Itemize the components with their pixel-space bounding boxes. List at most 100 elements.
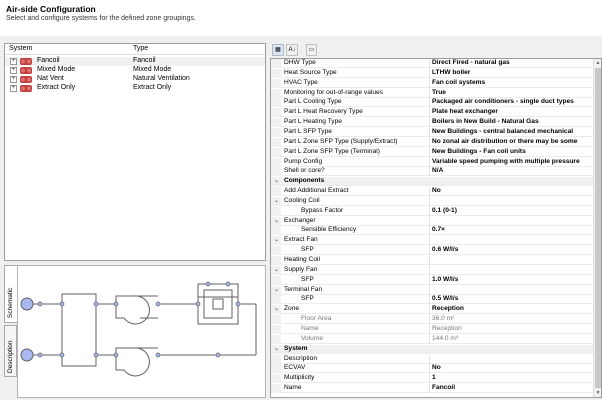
property-value[interactable]: 0.5 W/l/s: [432, 295, 590, 302]
property-row[interactable]: ECVAV No: [271, 364, 593, 374]
connection-node: [225, 281, 231, 287]
property-category[interactable]: ⌄ Components: [271, 177, 593, 187]
property-row[interactable]: Shell or core? N/A: [271, 167, 593, 177]
property-label: Monitoring for out-of-range values: [284, 88, 383, 96]
tab-schematic[interactable]: Schematic: [4, 265, 17, 323]
property-row[interactable]: Add Additional Extract No: [271, 187, 593, 197]
property-row[interactable]: Bypass Factor 0.1 (0-1): [271, 206, 593, 216]
property-row[interactable]: Monitoring for out-of-range values True: [271, 88, 593, 98]
expand-icon[interactable]: +: [10, 58, 17, 65]
property-row[interactable]: DHW Type Direct Fired - natural gas: [271, 59, 593, 68]
property-row[interactable]: ⌄ Zone Reception: [271, 305, 593, 315]
property-row[interactable]: Volume 144.0 m³: [271, 334, 593, 344]
row-gutter: [271, 226, 281, 236]
property-row[interactable]: ⌄ Extract Fan: [271, 236, 593, 246]
property-pages-icon[interactable]: ▭: [306, 44, 317, 56]
property-row[interactable]: Part L Cooling Type Packaged air conditio…: [271, 98, 593, 108]
expand-icon[interactable]: +: [10, 76, 17, 83]
property-value[interactable]: Reception: [432, 305, 590, 312]
property-value[interactable]: 0.6 W/l/s: [432, 246, 590, 253]
property-row[interactable]: ⌄ Supply Fan: [271, 265, 593, 275]
column-divider: [429, 88, 430, 98]
row-gutter: [271, 59, 281, 68]
property-value[interactable]: Plate heat exchanger: [432, 108, 590, 115]
row-gutter: [271, 88, 281, 98]
tree-item[interactable]: + Fancoil Fancoil: [5, 57, 265, 66]
column-header-type[interactable]: Type: [133, 45, 148, 52]
schematic-diagram[interactable]: [17, 265, 266, 398]
property-row[interactable]: Pump Config Variable speed pumping with m…: [271, 157, 593, 167]
property-value[interactable]: No zonal air distribution or there may b…: [432, 138, 590, 145]
property-row[interactable]: Part L Heat Recovery Type Plate heat exch…: [271, 108, 593, 118]
air-system-icon: [20, 58, 32, 65]
tab-description[interactable]: Description: [4, 325, 17, 377]
property-value[interactable]: 144.0 m³: [432, 335, 590, 342]
property-row[interactable]: Part L SFP Type New Buildings - central b…: [271, 127, 593, 137]
property-row[interactable]: SFP 1.0 W/l/s: [271, 275, 593, 285]
property-category[interactable]: ⌄ System: [271, 344, 593, 354]
property-row[interactable]: HVAC Type Fan coil systems: [271, 78, 593, 88]
property-row[interactable]: Heating Coil: [271, 256, 593, 265]
property-row[interactable]: Sensible Efficiency 0.7×: [271, 226, 593, 236]
chevron-down-icon[interactable]: ⌄: [274, 236, 279, 243]
property-value[interactable]: True: [432, 89, 590, 96]
property-value[interactable]: Fancoil: [432, 384, 590, 391]
property-value[interactable]: Boilers in New Build - Natural Gas: [432, 118, 590, 125]
property-value[interactable]: Packaged air conditioners - single duct …: [432, 98, 590, 105]
property-value[interactable]: 1.0 W/l/s: [432, 276, 590, 283]
property-grid[interactable]: DHW Type Direct Fired - natural gas Heat S…: [270, 58, 602, 398]
scroll-down-icon[interactable]: ▼: [594, 389, 601, 397]
scroll-up-icon[interactable]: ▲: [594, 59, 601, 67]
property-value[interactable]: 1: [432, 374, 590, 381]
property-value[interactable]: New Buildings - Fan coil units: [432, 148, 590, 155]
column-header-system[interactable]: System: [9, 45, 32, 52]
property-row[interactable]: SFP 0.5 W/l/s: [271, 295, 593, 305]
chevron-down-icon[interactable]: ⌄: [274, 197, 279, 204]
property-row[interactable]: ⌄ Exchanger: [271, 216, 593, 226]
connection-node: [113, 352, 119, 358]
connection-node: [155, 301, 161, 307]
tree-item[interactable]: + Mixed Mode Mixed Mode: [5, 66, 265, 75]
property-row[interactable]: Heat Source Type LTHW boiler: [271, 68, 593, 78]
property-value[interactable]: Variable speed pumping with multiple pre…: [432, 158, 590, 165]
property-value[interactable]: 36.0 m²: [432, 315, 590, 322]
tree-item-type: Natural Ventilation: [133, 75, 190, 82]
property-value[interactable]: 0.1 (0-1): [432, 207, 590, 214]
property-row[interactable]: Name Reception: [271, 324, 593, 334]
property-grid-scrollbar[interactable]: ▲ ▼: [593, 59, 601, 397]
chevron-down-icon[interactable]: ⌄: [274, 217, 279, 224]
property-value[interactable]: No: [432, 364, 590, 371]
property-row[interactable]: Part L Heating Type Boilers in New Build …: [271, 118, 593, 128]
tree-item[interactable]: + Extract Only Extract Only: [5, 84, 265, 93]
property-row[interactable]: ⌄ Terminal Fan: [271, 285, 593, 295]
property-row[interactable]: Description: [271, 354, 593, 364]
property-row[interactable]: SFP 0.6 W/l/s: [271, 246, 593, 256]
property-value[interactable]: New Buildings - central balanced mechani…: [432, 128, 590, 135]
property-row[interactable]: ⌄ Cooling Coil: [271, 196, 593, 206]
property-value[interactable]: No: [432, 187, 590, 194]
property-row[interactable]: Part L Zone SFP Type (Terminal) New Build…: [271, 147, 593, 157]
categorized-view-icon[interactable]: ▦: [272, 44, 284, 56]
chevron-down-icon[interactable]: ⌄: [274, 177, 279, 184]
chevron-down-icon[interactable]: ⌄: [274, 345, 279, 352]
chevron-down-icon[interactable]: ⌄: [274, 305, 279, 312]
property-value[interactable]: Fan coil systems: [432, 79, 590, 86]
tree-item[interactable]: + Nat Vent Natural Ventilation: [5, 75, 265, 84]
property-row[interactable]: Multiplicity 1: [271, 374, 593, 384]
property-value[interactable]: N/A: [432, 167, 590, 174]
property-value[interactable]: Direct Fired - natural gas: [432, 59, 590, 66]
scroll-thumb[interactable]: [595, 68, 601, 388]
system-tree[interactable]: System Type + Fancoil Fancoil + Mixed Mode Mi…: [4, 43, 266, 261]
chevron-down-icon[interactable]: ⌄: [274, 266, 279, 273]
expand-icon[interactable]: +: [10, 85, 17, 92]
alphabetical-sort-icon[interactable]: A↓: [286, 44, 298, 56]
row-gutter: [271, 137, 281, 147]
chevron-down-icon[interactable]: ⌄: [274, 286, 279, 293]
property-row[interactable]: Floor Area 36.0 m²: [271, 315, 593, 325]
property-row[interactable]: Name Fancoil: [271, 384, 593, 394]
property-value[interactable]: Reception: [432, 325, 590, 332]
property-row[interactable]: Part L Zone SFP Type (Supply/Extract) No …: [271, 137, 593, 147]
expand-icon[interactable]: +: [10, 67, 17, 74]
property-value[interactable]: 0.7×: [432, 226, 590, 233]
property-value[interactable]: LTHW boiler: [432, 69, 590, 76]
